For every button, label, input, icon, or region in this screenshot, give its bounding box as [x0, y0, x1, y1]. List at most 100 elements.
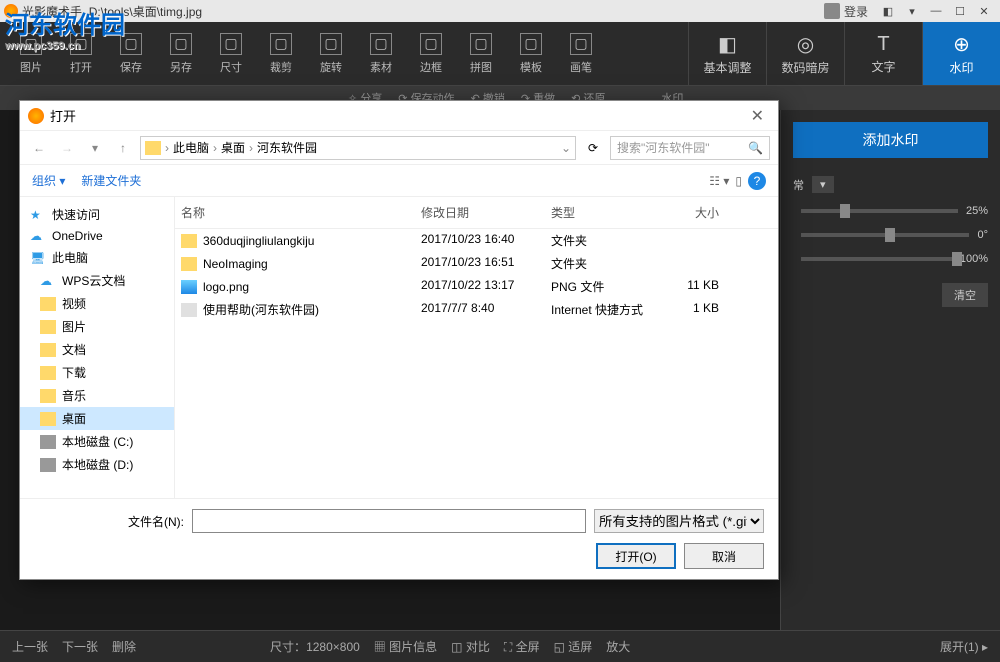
col-name[interactable]: 名称: [175, 201, 415, 224]
folder-icon: [40, 320, 56, 334]
dialog-close-button[interactable]: ✕: [745, 106, 770, 126]
tool-icon: ▢: [120, 33, 142, 55]
sidebar-item-图片[interactable]: 图片: [20, 315, 174, 338]
size-info: 尺寸：1280×800: [270, 638, 360, 655]
breadcrumb[interactable]: › 此电脑› 桌面› 河东软件园 ⌄: [140, 136, 576, 160]
tool-图片[interactable]: ▢图片: [6, 22, 56, 85]
sidebar-item-文档[interactable]: 文档: [20, 338, 174, 361]
tool-画笔[interactable]: ▢画笔: [556, 22, 606, 85]
tool-模板[interactable]: ▢模板: [506, 22, 556, 85]
sidebar-item-音乐[interactable]: 音乐: [20, 384, 174, 407]
expand-button[interactable]: 展开(1) ▸: [940, 638, 988, 655]
login-button[interactable]: 登录: [824, 3, 868, 20]
sidebar-item-桌面[interactable]: 桌面: [20, 407, 174, 430]
tool-裁剪[interactable]: ▢裁剪: [256, 22, 306, 85]
col-size[interactable]: 大小: [655, 201, 725, 224]
add-watermark-button[interactable]: 添加水印: [793, 122, 988, 158]
next-button[interactable]: 下一张: [62, 638, 98, 655]
slider-0[interactable]: 25%: [781, 199, 1000, 223]
zoom-in-button[interactable]: 放大: [606, 638, 630, 655]
sidebar-item-下载[interactable]: 下载: [20, 361, 174, 384]
drive-icon: [40, 458, 56, 472]
search-input[interactable]: 搜索"河东软件园" 🔍: [610, 136, 770, 160]
filename-input[interactable]: [192, 509, 586, 533]
nav-up-button[interactable]: ↑: [112, 137, 134, 159]
app-icon: [4, 4, 18, 18]
minimize-button[interactable]: —: [924, 1, 948, 21]
right-panel: 添加水印 常▾ 25%0°100% 清空: [780, 110, 1000, 630]
dialog-toolbar: 组织 ▾ 新建文件夹 ☷ ▾ ▯ ?: [20, 165, 778, 197]
delete-button[interactable]: 删除: [112, 638, 136, 655]
fullscreen-button[interactable]: ⛶ 全屏: [504, 638, 540, 655]
sidebar-item-快速访问[interactable]: ★快速访问: [20, 203, 174, 226]
tool-icon: ▢: [420, 33, 442, 55]
refresh-button[interactable]: ⟳: [582, 141, 604, 155]
dialog-nav: ← → ▾ ↑ › 此电脑› 桌面› 河东软件园 ⌄ ⟳ 搜索"河东软件园" 🔍: [20, 131, 778, 165]
tool-另存[interactable]: ▢另存: [156, 22, 206, 85]
info-button[interactable]: ▦ 图片信息: [374, 638, 437, 655]
maximize-button[interactable]: ☐: [948, 1, 972, 21]
open-button[interactable]: 打开(O): [596, 543, 676, 569]
tool-icon: ▢: [220, 33, 242, 55]
sidebar-item-本地磁盘 (C:)[interactable]: 本地磁盘 (C:): [20, 430, 174, 453]
dialog-sidebar: ★快速访问☁OneDrive🖥此电脑☁WPS云文档视频图片文档下载音乐桌面本地磁…: [20, 197, 175, 498]
file-row[interactable]: NeoImaging2017/10/23 16:51文件夹: [175, 252, 778, 275]
star-icon: ★: [30, 208, 46, 222]
new-folder-button[interactable]: 新建文件夹: [81, 172, 141, 189]
tool-icon: ▢: [20, 33, 42, 55]
tool-打开[interactable]: ▢打开: [56, 22, 106, 85]
tool-边框[interactable]: ▢边框: [406, 22, 456, 85]
nav-back-button[interactable]: ←: [28, 137, 50, 159]
slider-1[interactable]: 0°: [781, 223, 1000, 247]
folder-icon: [145, 141, 161, 155]
folder-icon: [40, 297, 56, 311]
file-open-dialog: 打开 ✕ ← → ▾ ↑ › 此电脑› 桌面› 河东软件园 ⌄ ⟳ 搜索"河东软…: [19, 100, 779, 580]
tab-水印[interactable]: ⊕水印: [922, 22, 1000, 85]
titlebar: 光影魔术手 D:\tools\桌面\timg.jpg 登录 ◧ ▾ — ☐ ✕: [0, 0, 1000, 22]
tool-素材[interactable]: ▢素材: [356, 22, 406, 85]
clear-button[interactable]: 清空: [942, 283, 988, 307]
tab-文字[interactable]: T文字: [844, 22, 922, 85]
sidebar-item-OneDrive[interactable]: ☁OneDrive: [20, 226, 174, 246]
nav-forward-button[interactable]: →: [56, 137, 78, 159]
sidebar-item-本地磁盘 (D:)[interactable]: 本地磁盘 (D:): [20, 453, 174, 476]
file-icon: [181, 234, 197, 248]
tool-拼图[interactable]: ▢拼图: [456, 22, 506, 85]
tool-尺寸[interactable]: ▢尺寸: [206, 22, 256, 85]
bottom-bar: 上一张 下一张 删除 尺寸：1280×800 ▦ 图片信息 ◫ 对比 ⛶ 全屏 …: [0, 630, 1000, 662]
col-type[interactable]: 类型: [545, 201, 655, 224]
close-button[interactable]: ✕: [972, 1, 996, 21]
tool-icon: ▢: [170, 33, 192, 55]
tool-旋转[interactable]: ▢旋转: [306, 22, 356, 85]
nav-recent-button[interactable]: ▾: [84, 137, 106, 159]
compare-button[interactable]: ◫ 对比: [451, 638, 490, 655]
sidebar-item-视频[interactable]: 视频: [20, 292, 174, 315]
tab-基本调整[interactable]: ◧基本调整: [688, 22, 766, 85]
tab-数码暗房[interactable]: ◎数码暗房: [766, 22, 844, 85]
file-icon: [181, 257, 197, 271]
fit-button[interactable]: ◱ 适屏: [554, 638, 593, 655]
organize-button[interactable]: 组织 ▾: [32, 172, 65, 189]
sidebar-item-此电脑[interactable]: 🖥此电脑: [20, 246, 174, 269]
file-row[interactable]: 使用帮助(河东软件园)2017/7/7 8:40Internet 快捷方式1 K…: [175, 298, 778, 321]
tool-icon: ▢: [320, 33, 342, 55]
help-button[interactable]: ?: [748, 172, 766, 190]
cancel-button[interactable]: 取消: [684, 543, 764, 569]
avatar-icon: [824, 3, 840, 19]
file-row[interactable]: 360duqjingliulangkiju2017/10/23 16:40文件夹: [175, 229, 778, 252]
dialog-icon: [28, 108, 44, 124]
file-filter-select[interactable]: 所有支持的图片格式 (*.gif; *.tif: [594, 509, 764, 533]
menu-button[interactable]: ▾: [900, 1, 924, 21]
tool-保存[interactable]: ▢保存: [106, 22, 156, 85]
file-row[interactable]: logo.png2017/10/22 13:17PNG 文件11 KB: [175, 275, 778, 298]
skin-button[interactable]: ◧: [876, 1, 900, 21]
col-date[interactable]: 修改日期: [415, 201, 545, 224]
preview-pane-button[interactable]: ▯: [735, 174, 742, 188]
view-mode-button[interactable]: ☷ ▾: [709, 174, 729, 188]
sidebar-item-WPS云文档[interactable]: ☁WPS云文档: [20, 269, 174, 292]
tab-icon: ⊕: [953, 32, 970, 57]
slider-2[interactable]: 100%: [781, 247, 1000, 271]
prev-button[interactable]: 上一张: [12, 638, 48, 655]
folder-icon: [40, 343, 56, 357]
blend-select[interactable]: ▾: [812, 176, 834, 193]
